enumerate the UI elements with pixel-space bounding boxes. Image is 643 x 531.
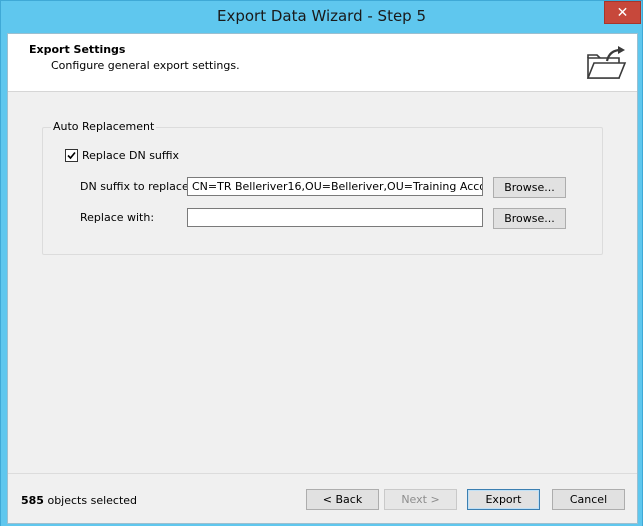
close-icon: ✕: [616, 4, 629, 21]
checkmark-icon: [67, 151, 76, 160]
title-bar[interactable]: Export Data Wizard - Step 5 ✕: [1, 1, 642, 33]
header-title: Export Settings: [29, 43, 126, 56]
replace-with-browse-button[interactable]: Browse...: [493, 208, 566, 229]
replace-dn-suffix-checkbox[interactable]: [65, 149, 78, 162]
cancel-button[interactable]: Cancel: [552, 489, 625, 510]
wizard-window: Export Data Wizard - Step 5 ✕ Export Set…: [0, 0, 643, 528]
selection-status: 585 objects selected: [21, 494, 137, 507]
next-button[interactable]: Next >: [384, 489, 457, 510]
dn-suffix-input[interactable]: CN=TR Belleriver16,OU=Belleriver,OU=Trai…: [187, 177, 483, 196]
auto-replacement-group: Auto Replacement Replace DN suffix DN su…: [42, 120, 603, 255]
selected-status-text: objects selected: [47, 494, 138, 507]
replace-dn-suffix-label[interactable]: Replace DN suffix: [82, 149, 179, 162]
dn-suffix-label: DN suffix to replace:: [80, 180, 193, 193]
folder-export-icon: [586, 46, 627, 79]
wizard-header: Export Settings Configure general export…: [8, 34, 637, 92]
close-button[interactable]: ✕: [604, 1, 641, 24]
back-button[interactable]: < Back: [306, 489, 379, 510]
dn-suffix-browse-button[interactable]: Browse...: [493, 177, 566, 198]
background-strip: [0, 526, 643, 531]
export-button[interactable]: Export: [467, 489, 540, 510]
replace-with-label: Replace with:: [80, 211, 155, 224]
wizard-client-area: Export Settings Configure general export…: [7, 33, 638, 524]
replace-dn-suffix-checkbox-row[interactable]: Replace DN suffix: [65, 149, 179, 162]
group-label: Auto Replacement: [51, 120, 157, 133]
header-subtitle: Configure general export settings.: [51, 59, 240, 72]
selected-count: 585: [21, 494, 44, 507]
replace-with-input[interactable]: [187, 208, 483, 227]
window-title: Export Data Wizard - Step 5: [216, 7, 427, 25]
footer-separator: [8, 473, 637, 474]
